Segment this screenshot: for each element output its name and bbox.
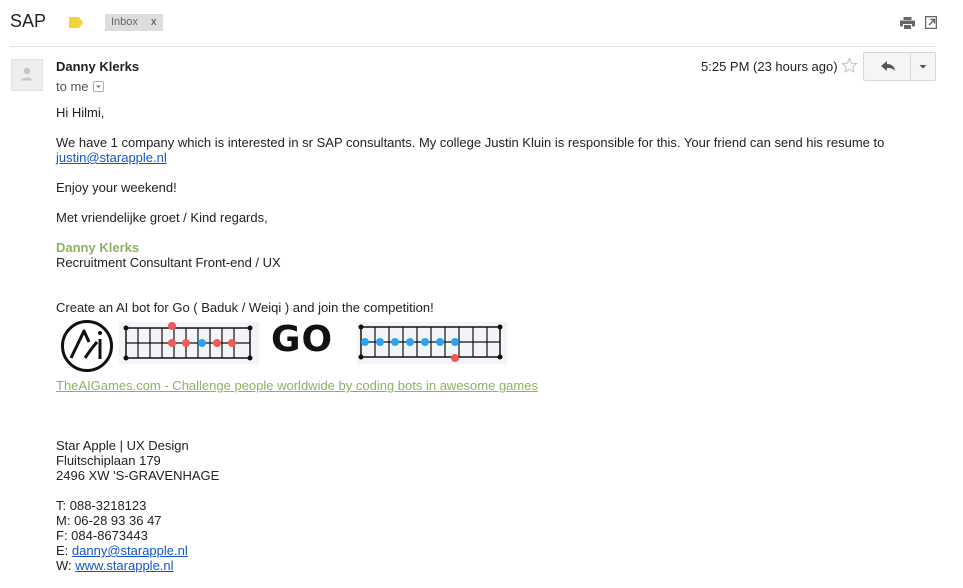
go-board-graphic-right (357, 322, 507, 364)
recipient-summary: to me (56, 79, 89, 94)
more-actions-button[interactable] (910, 52, 936, 81)
sender-name[interactable]: Danny Klerks (56, 59, 139, 74)
avatar[interactable] (11, 59, 43, 91)
email-subject: SAP (10, 11, 47, 31)
company-name: Star Apple | UX Design (56, 438, 189, 453)
greeting: Hi Hilmi, (56, 105, 105, 120)
reply-icon (881, 61, 895, 71)
ai-games-logo[interactable] (60, 319, 114, 373)
inbox-label-text: Inbox (111, 16, 138, 28)
reply-button[interactable] (863, 52, 911, 81)
star-icon[interactable] (841, 57, 858, 74)
contact-email: E: danny@starapple.nl (56, 543, 188, 558)
more-chevron-icon (919, 65, 927, 69)
contact-email-link[interactable]: danny@starapple.nl (72, 543, 188, 558)
contact-mobile: M: 06-28 93 36 47 (56, 513, 162, 528)
address-city: 2496 XW 'S-GRAVENHAGE (56, 468, 220, 483)
inbox-label-chip[interactable]: Inbox x (105, 14, 163, 31)
contact-phone: T: 088-3218123 (56, 498, 147, 513)
contact-website: W: www.starapple.nl (56, 558, 174, 573)
avatar-icon (20, 67, 34, 81)
resume-email-link[interactable]: justin@starapple.nl (56, 150, 167, 165)
header-divider (10, 46, 936, 47)
contact-website-link[interactable]: www.starapple.nl (75, 558, 173, 573)
closing-line: Met vriendelijke groet / Kind regards, (56, 210, 268, 225)
go-board-graphic-left (119, 322, 259, 364)
signature-title: Recruitment Consultant Front-end / UX (56, 255, 281, 270)
chevron-down-icon (96, 85, 101, 88)
remove-label-button[interactable]: x (151, 14, 157, 31)
go-banner-text: GO (271, 319, 334, 360)
weekend-line: Enjoy your weekend! (56, 180, 177, 195)
label-icon[interactable] (69, 17, 83, 28)
promo-link[interactable]: TheAIGames.com - Challenge people worldw… (56, 378, 538, 393)
contact-fax: F: 084-8673443 (56, 528, 148, 543)
message-time: 5:25 PM (23 hours ago) (701, 59, 838, 74)
body-paragraph: We have 1 company which is interested in… (56, 135, 885, 150)
show-details-button[interactable] (93, 81, 104, 92)
new-window-icon[interactable] (925, 16, 937, 29)
signature-name: Danny Klerks (56, 240, 140, 255)
promo-text: Create an AI bot for Go ( Baduk / Weiqi … (56, 300, 434, 315)
print-icon[interactable] (900, 17, 915, 30)
address-street: Fluitschiplaan 179 (56, 453, 161, 468)
